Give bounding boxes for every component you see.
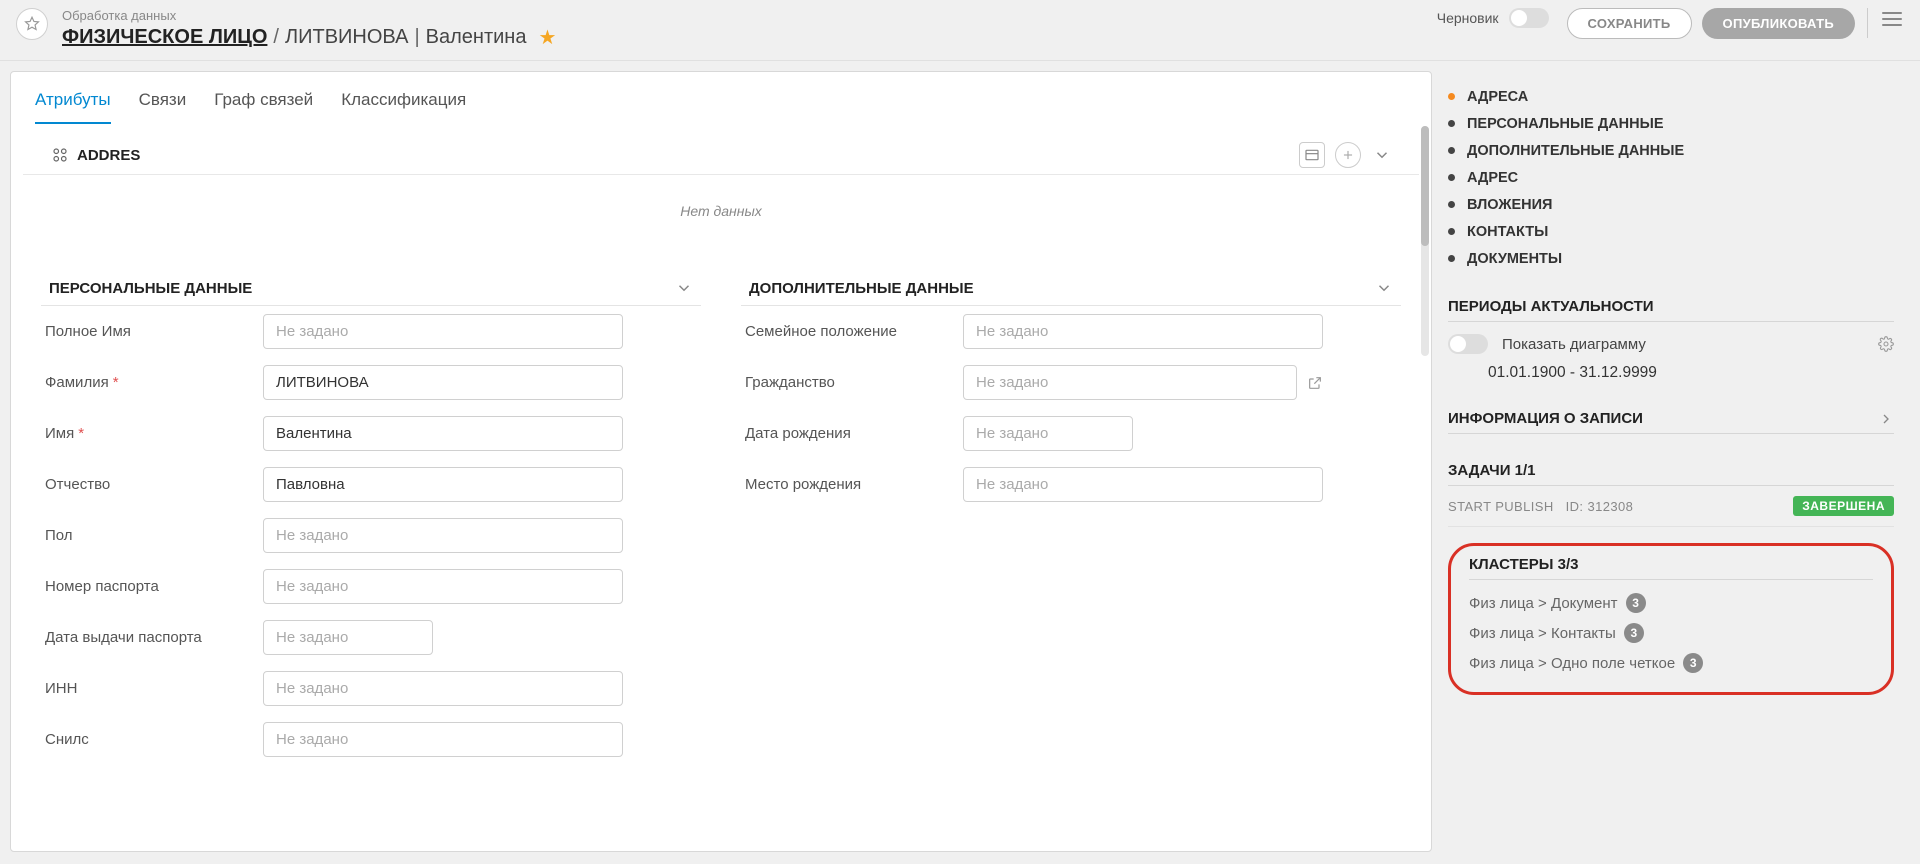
record-firstname: Валентина [426, 26, 527, 49]
tab-graph[interactable]: Граф связей [214, 90, 313, 124]
cluster-item[interactable]: Физ лица > Контакты3 [1469, 618, 1873, 648]
heading-clusters: КЛАСТЕРЫ 3/3 [1469, 556, 1873, 580]
label-passport-date: Дата выдачи паспорта [45, 629, 245, 646]
label-firstname: Имя* [45, 425, 245, 442]
input-dob[interactable] [963, 416, 1133, 451]
input-gender[interactable] [263, 518, 623, 553]
chevron-down-icon[interactable] [1375, 279, 1393, 297]
divider [1867, 8, 1868, 38]
heading-periods: ПЕРИОДЫ АКТУАЛЬНОСТИ [1448, 286, 1894, 322]
group-icon [51, 146, 69, 164]
publish-button[interactable]: ОПУБЛИКОВАТЬ [1702, 8, 1855, 39]
input-marital[interactable] [963, 314, 1323, 349]
hamburger-menu-icon[interactable] [1880, 8, 1904, 32]
label-birthplace: Место рождения [745, 476, 945, 493]
section-title-additional: ДОПОЛНИТЕЛЬНЫЕ ДАННЫЕ [749, 280, 974, 297]
nav-item-contacts[interactable]: КОНТАКТЫ [1448, 218, 1894, 245]
show-diagram-toggle[interactable] [1448, 334, 1488, 354]
task-id: ID: 312308 [1566, 499, 1634, 514]
cluster-item[interactable]: Физ лица > Одно поле четкое3 [1469, 648, 1873, 678]
star-icon: ★ [538, 25, 556, 50]
tab-attributes[interactable]: Атрибуты [35, 90, 111, 124]
input-patronymic[interactable] [263, 467, 623, 502]
label-fullname: Полное Имя [45, 323, 245, 340]
add-button[interactable] [1335, 142, 1361, 168]
no-data-label: Нет данных [11, 175, 1431, 253]
label-dob: Дата рождения [745, 425, 945, 442]
section-title-addres: ADDRES [77, 147, 140, 164]
draft-toggle[interactable] [1509, 8, 1549, 28]
scrollbar-track[interactable] [1421, 126, 1429, 356]
view-card-icon[interactable] [1299, 142, 1325, 168]
count-badge: 3 [1626, 593, 1646, 613]
cluster-item[interactable]: Физ лица > Документ3 [1469, 588, 1873, 618]
nav-item-documents[interactable]: ДОКУМЕНТЫ [1448, 245, 1894, 272]
label-patronymic: Отчество [45, 476, 245, 493]
chevron-right-icon [1878, 411, 1894, 427]
label-marital: Семейное положение [745, 323, 945, 340]
count-badge: 3 [1683, 653, 1703, 673]
label-surname: Фамилия* [45, 374, 245, 391]
label-gender: Пол [45, 527, 245, 544]
draft-label: Черновик [1437, 10, 1499, 26]
entity-type-link[interactable]: ФИЗИЧЕСКОЕ ЛИЦО [62, 26, 267, 49]
chevron-down-icon[interactable] [675, 279, 693, 297]
input-snils[interactable] [263, 722, 623, 757]
label-inn: ИНН [45, 680, 245, 697]
heading-tasks: ЗАДАЧИ 1/1 [1448, 450, 1894, 486]
context-label: Обработка данных [62, 8, 556, 23]
label-citizenship: Гражданство [745, 374, 945, 391]
input-passport[interactable] [263, 569, 623, 604]
heading-record-info[interactable]: ИНФОРМАЦИЯ О ЗАПИСИ [1448, 398, 1894, 434]
tab-links[interactable]: Связи [139, 90, 187, 124]
show-diagram-label: Показать диаграмму [1502, 336, 1646, 353]
nav-item-additional[interactable]: ДОПОЛНИТЕЛЬНЫЕ ДАННЫЕ [1448, 137, 1894, 164]
input-inn[interactable] [263, 671, 623, 706]
input-citizenship[interactable] [963, 365, 1297, 400]
task-action[interactable]: START PUBLISH [1448, 499, 1554, 514]
input-firstname[interactable] [263, 416, 623, 451]
breadcrumb-sep: | [414, 26, 419, 49]
nav-item-adresa[interactable]: АДРЕСА [1448, 83, 1894, 110]
clusters-highlight-block: КЛАСТЕРЫ 3/3 Физ лица > Документ3 Физ ли… [1448, 543, 1894, 695]
breadcrumb-sep: / [273, 26, 279, 49]
section-title-personal: ПЕРСОНАЛЬНЫЕ ДАННЫЕ [49, 280, 252, 297]
gear-icon[interactable] [1878, 336, 1894, 352]
input-passport-date[interactable] [263, 620, 433, 655]
label-snils: Снилс [45, 731, 245, 748]
label-passport: Номер паспорта [45, 578, 245, 595]
nav-item-attachments[interactable]: ВЛОЖЕНИЯ [1448, 191, 1894, 218]
nav-item-adres[interactable]: АДРЕС [1448, 164, 1894, 191]
scrollbar-thumb[interactable] [1421, 126, 1429, 246]
input-surname[interactable] [263, 365, 623, 400]
period-range[interactable]: 01.01.1900 - 31.12.9999 [1448, 358, 1894, 398]
count-badge: 3 [1624, 623, 1644, 643]
save-button[interactable]: СОХРАНИТЬ [1567, 8, 1692, 39]
task-status-badge: ЗАВЕРШЕНА [1793, 496, 1894, 516]
external-link-icon[interactable] [1307, 375, 1323, 391]
tab-classification[interactable]: Классификация [341, 90, 466, 124]
input-fullname[interactable] [263, 314, 623, 349]
chevron-down-icon[interactable] [1373, 146, 1391, 164]
input-birthplace[interactable] [963, 467, 1323, 502]
record-surname: ЛИТВИНОВА [285, 26, 408, 49]
nav-item-personal[interactable]: ПЕРСОНАЛЬНЫЕ ДАННЫЕ [1448, 110, 1894, 137]
favorite-toggle-outline[interactable] [16, 8, 48, 40]
